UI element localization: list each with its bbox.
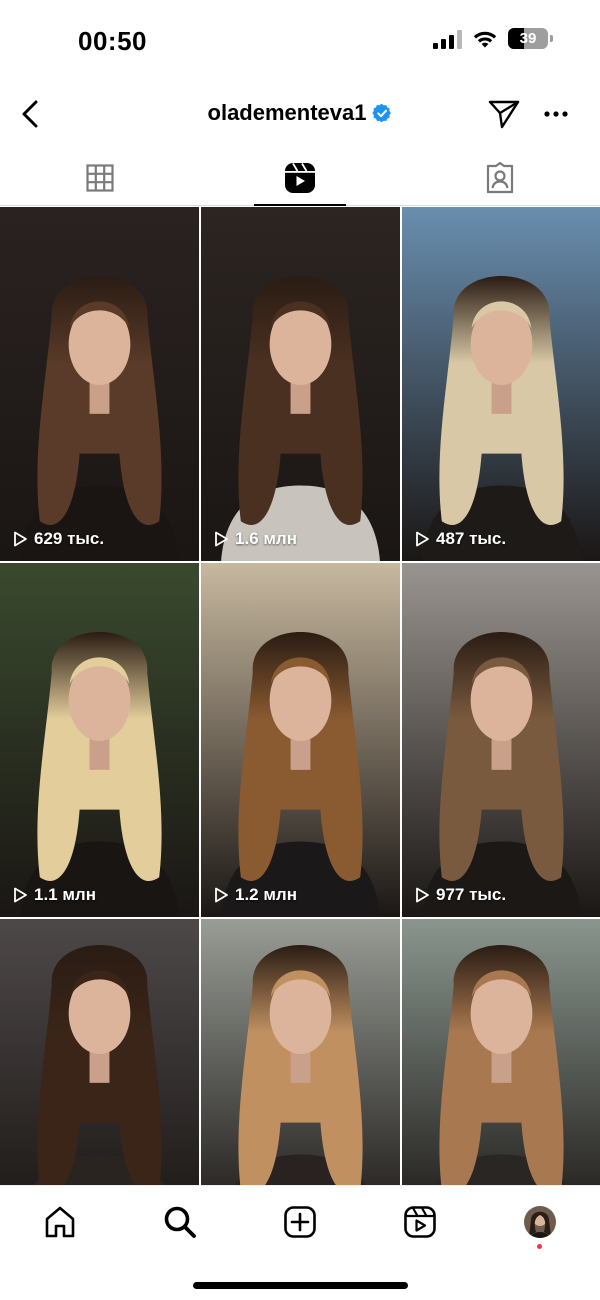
status-time: 00:50 bbox=[78, 26, 147, 56]
battery-level: 39 bbox=[519, 30, 537, 47]
share-button[interactable] bbox=[486, 96, 522, 132]
view-count-label: 487 тыс. bbox=[436, 529, 507, 548]
play-icon bbox=[14, 887, 27, 903]
reel-photo bbox=[402, 563, 600, 917]
view-count: 1.6 млн bbox=[213, 529, 297, 549]
paper-plane-icon bbox=[488, 100, 520, 129]
home-icon bbox=[45, 1206, 75, 1238]
reel-thumbnail[interactable]: 487 тыс. bbox=[402, 207, 600, 561]
home-indicator bbox=[193, 1282, 408, 1289]
view-count: 1.2 млн bbox=[213, 885, 297, 905]
profile-avatar bbox=[524, 1206, 556, 1238]
reel-photo bbox=[201, 563, 400, 917]
view-count-label: 629 тыс. bbox=[34, 529, 105, 548]
reels-nav-icon bbox=[404, 1206, 436, 1238]
more-options-button[interactable] bbox=[538, 96, 574, 132]
verified-badge-icon bbox=[372, 103, 392, 123]
notification-dot bbox=[537, 1244, 542, 1249]
tagged-icon bbox=[486, 161, 514, 193]
reel-thumbnail[interactable]: 1.1 млн bbox=[0, 563, 199, 917]
view-count-label: 1.2 млн bbox=[235, 885, 297, 904]
reels-icon bbox=[285, 162, 315, 193]
reel-thumbnail[interactable] bbox=[201, 919, 400, 1185]
view-count: 487 тыс. bbox=[414, 529, 506, 549]
status-bar: 00:50 39 bbox=[0, 0, 600, 80]
reel-thumbnail[interactable]: 1.6 млн bbox=[201, 207, 400, 561]
view-count: 1.1 млн bbox=[12, 885, 96, 905]
nav-create[interactable] bbox=[278, 1200, 322, 1244]
ellipsis-icon bbox=[544, 111, 568, 117]
view-count: 629 тыс. bbox=[12, 529, 104, 549]
view-count: 977 тыс. bbox=[414, 885, 506, 905]
view-count-label: 1.1 млн bbox=[34, 885, 96, 904]
reel-thumbnail[interactable] bbox=[0, 919, 199, 1185]
battery-icon: 39 bbox=[508, 28, 553, 49]
view-count-label: 977 тыс. bbox=[436, 885, 507, 904]
reel-photo bbox=[0, 563, 199, 917]
tab-reels[interactable] bbox=[200, 150, 400, 206]
nav-reels[interactable] bbox=[398, 1200, 442, 1244]
wifi-icon bbox=[473, 31, 497, 47]
play-icon bbox=[14, 531, 27, 547]
profile-tabs bbox=[0, 150, 600, 206]
play-icon bbox=[416, 531, 429, 547]
play-icon bbox=[215, 887, 228, 903]
search-icon bbox=[164, 1206, 196, 1238]
reel-photo bbox=[0, 919, 199, 1185]
reel-thumbnail[interactable]: 977 тыс. bbox=[402, 563, 600, 917]
reel-thumbnail[interactable] bbox=[402, 919, 600, 1185]
reel-photo bbox=[402, 207, 600, 561]
view-count-label: 1.6 млн bbox=[235, 529, 297, 548]
reel-photo bbox=[201, 207, 400, 561]
nav-search[interactable] bbox=[158, 1200, 202, 1244]
cellular-signal-icon bbox=[433, 29, 462, 49]
reel-thumbnail[interactable]: 1.2 млн bbox=[201, 563, 400, 917]
profile-header: olademente­va1 bbox=[0, 86, 600, 142]
reel-photo bbox=[0, 207, 199, 561]
tab-tagged[interactable] bbox=[400, 150, 600, 205]
tab-posts[interactable] bbox=[0, 150, 200, 205]
nav-profile[interactable] bbox=[518, 1200, 562, 1244]
reels-grid: 629 тыс. 1.6 млн 487 тыс. 1.1 млн 1.2 мл… bbox=[0, 207, 600, 1185]
reel-photo bbox=[402, 919, 600, 1185]
nav-home[interactable] bbox=[38, 1200, 82, 1244]
play-icon bbox=[416, 887, 429, 903]
status-icons: 39 bbox=[433, 28, 553, 49]
username[interactable]: olademente­va1 bbox=[208, 100, 367, 126]
reel-photo bbox=[201, 919, 400, 1185]
create-icon bbox=[284, 1206, 316, 1238]
play-icon bbox=[215, 531, 228, 547]
grid-icon bbox=[86, 163, 114, 192]
reel-thumbnail[interactable]: 629 тыс. bbox=[0, 207, 199, 561]
